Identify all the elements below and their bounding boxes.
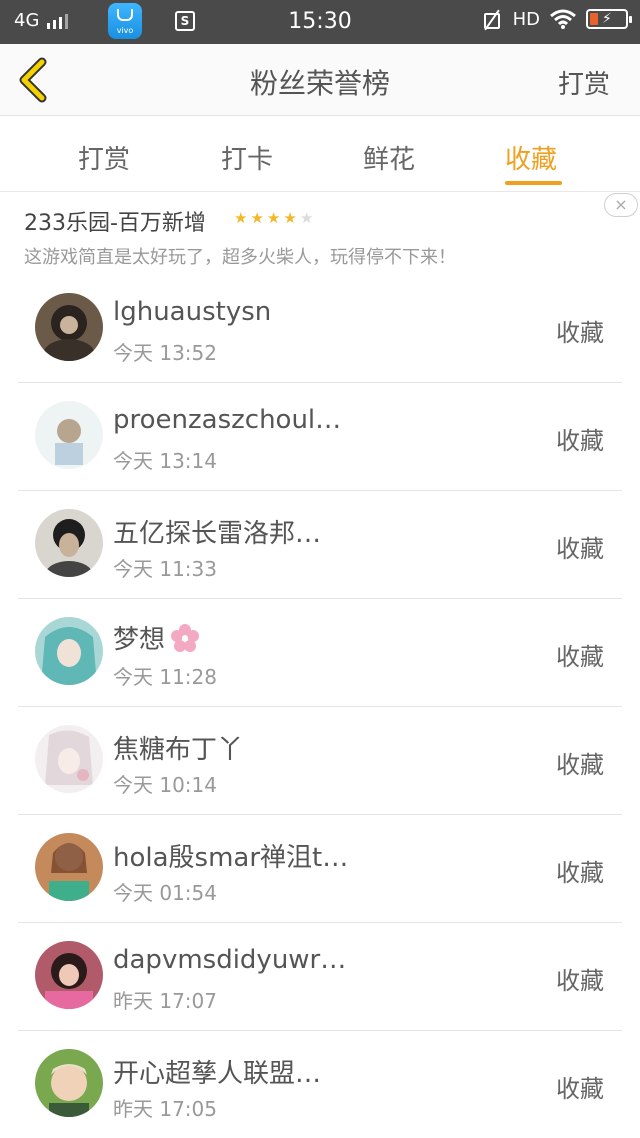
user-time: 昨天 17:07 bbox=[113, 989, 217, 1013]
list-item[interactable]: proenzaszchoul… 今天 13:14 收藏 bbox=[18, 383, 622, 491]
list-item[interactable]: lghuaustysn 今天 13:52 收藏 bbox=[18, 275, 622, 383]
favorites-list: lghuaustysn 今天 13:52 收藏 proenzaszchoul… … bbox=[18, 275, 622, 1138]
favorite-label: 收藏 bbox=[556, 319, 604, 347]
user-name: proenzaszchoul… bbox=[113, 405, 342, 435]
hd-label: HD bbox=[512, 8, 540, 30]
avatar bbox=[35, 509, 103, 577]
avatar bbox=[35, 1049, 103, 1117]
app-header: 粉丝荣誉榜 打赏 bbox=[0, 44, 640, 116]
user-time: 今天 10:14 bbox=[113, 773, 217, 797]
tab-flowers[interactable]: 鲜花 bbox=[363, 139, 415, 176]
list-item[interactable]: dapvmsdidyuwr… 昨天 17:07 收藏 bbox=[18, 923, 622, 1031]
user-name: 焦糖布丁丫 bbox=[113, 735, 244, 765]
user-name: dapvmsdidyuwr… bbox=[113, 945, 347, 975]
user-name: 开心超孳人联盟… bbox=[113, 1059, 322, 1089]
list-item[interactable]: 开心超孳人联盟… 昨天 17:05 收藏 bbox=[18, 1031, 622, 1138]
list-item[interactable]: 梦想 今天 11:28 收藏 bbox=[18, 599, 622, 707]
battery-icon: ⚡ bbox=[586, 9, 632, 29]
list-item[interactable]: 焦糖布丁丫 今天 10:14 收藏 bbox=[18, 707, 622, 815]
user-time: 今天 01:54 bbox=[113, 881, 217, 905]
user-name: 梦想 bbox=[113, 619, 201, 656]
user-name: hola殷smar禅沮t… bbox=[113, 843, 349, 873]
user-name-text: 梦想 bbox=[113, 625, 166, 655]
avatar bbox=[35, 401, 103, 469]
list-item[interactable]: 五亿探长雷洛邦… 今天 11:33 收藏 bbox=[18, 491, 622, 599]
wifi-icon bbox=[550, 9, 576, 29]
user-time: 今天 11:33 bbox=[113, 557, 217, 581]
favorite-label: 收藏 bbox=[556, 643, 604, 671]
avatar bbox=[35, 293, 103, 361]
rating-stars: ★★★★★ bbox=[234, 209, 316, 227]
star-icon: ★ bbox=[250, 209, 267, 227]
favorite-label: 收藏 bbox=[556, 427, 604, 455]
tab-reward[interactable]: 打赏 bbox=[78, 139, 130, 176]
user-time: 今天 13:52 bbox=[113, 341, 217, 365]
favorite-label: 收藏 bbox=[556, 751, 604, 779]
ad-close-button[interactable]: × bbox=[604, 193, 638, 217]
avatar bbox=[35, 725, 103, 793]
favorite-label: 收藏 bbox=[556, 535, 604, 563]
ad-description: 这游戏简直是太好玩了，超多火柴人，玩得停不下来！ bbox=[24, 247, 456, 268]
tab-checkin[interactable]: 打卡 bbox=[221, 139, 273, 176]
favorite-label: 收藏 bbox=[556, 1075, 604, 1103]
star-empty-icon: ★ bbox=[299, 209, 317, 227]
status-indicators: HD ⚡ bbox=[481, 8, 632, 30]
avatar bbox=[35, 833, 103, 901]
user-time: 今天 13:14 bbox=[113, 449, 217, 473]
active-tab-indicator bbox=[505, 181, 562, 185]
ad-banner[interactable]: 233乐园-百万新增 ★★★★★ 这游戏简直是太好玩了，超多火柴人，玩得停不下来… bbox=[0, 193, 640, 275]
tab-favorites[interactable]: 收藏 bbox=[505, 139, 557, 176]
user-time: 昨天 17:05 bbox=[113, 1097, 217, 1121]
user-name: 五亿探长雷洛邦… bbox=[113, 519, 322, 549]
favorite-label: 收藏 bbox=[556, 859, 604, 887]
flower-icon bbox=[171, 624, 200, 652]
page-title: 粉丝荣誉榜 bbox=[249, 67, 390, 100]
favorite-label: 收藏 bbox=[556, 967, 604, 995]
star-icon: ★ bbox=[283, 209, 300, 227]
avatar bbox=[35, 617, 103, 685]
ad-title: 233乐园-百万新增 bbox=[24, 211, 206, 236]
user-name: lghuaustysn bbox=[113, 297, 272, 327]
star-icon: ★ bbox=[266, 209, 284, 227]
status-bar: 4G vivo S 15:30 HD ⚡ bbox=[0, 0, 640, 44]
star-icon: ★ bbox=[234, 209, 251, 227]
mute-icon bbox=[481, 8, 503, 30]
avatar bbox=[35, 941, 103, 1009]
user-time: 今天 11:28 bbox=[113, 665, 217, 689]
list-item[interactable]: hola殷smar禅沮t… 今天 01:54 收藏 bbox=[18, 815, 622, 923]
reward-button[interactable]: 打赏 bbox=[558, 64, 610, 101]
